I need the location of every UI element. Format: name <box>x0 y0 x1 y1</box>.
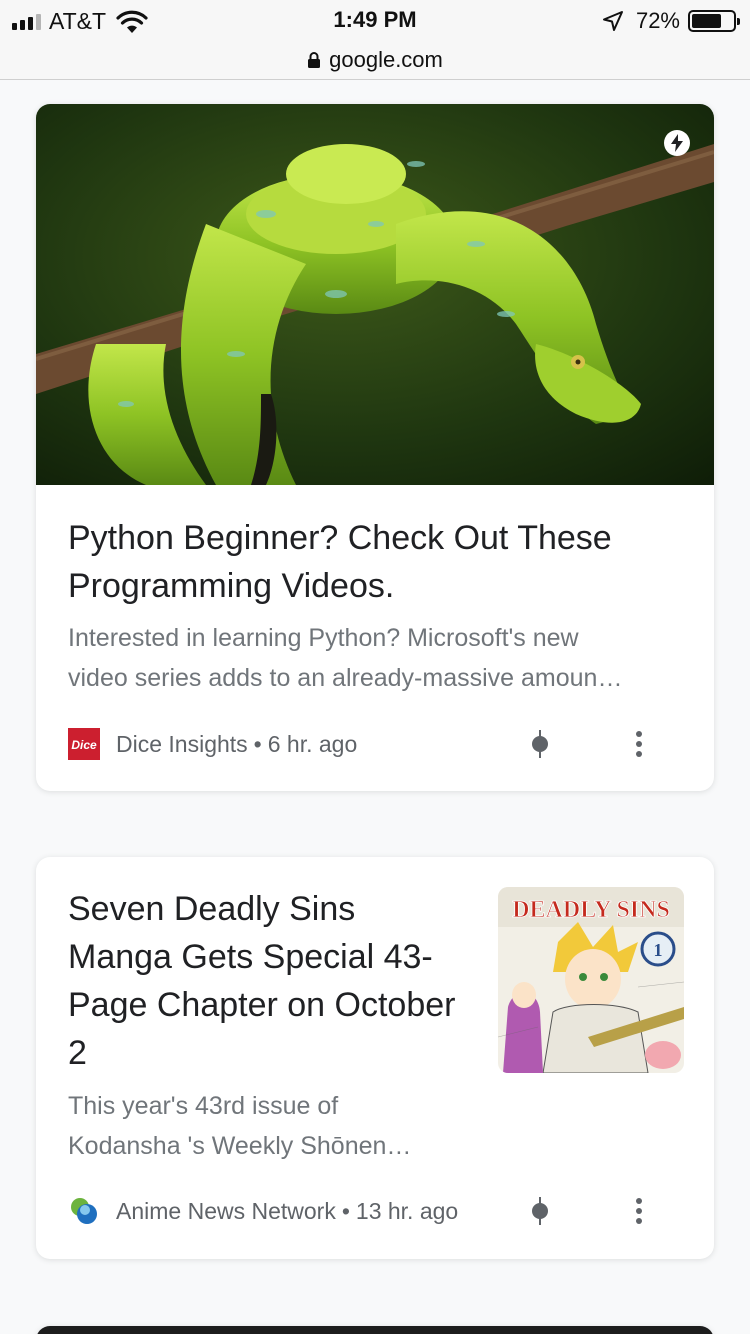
snippet-line: Kodansha 's Weekly Shōnen… <box>68 1132 412 1160</box>
manga-cover-image: DEADLY SINS 1 <box>498 887 684 1073</box>
status-right: 72% <box>602 8 740 34</box>
source-name: Dice Insights <box>116 730 248 757</box>
dice-logo-icon: Dice <box>68 728 100 760</box>
cover-volume: 1 <box>654 940 663 960</box>
separator-dot: • <box>341 1197 350 1224</box>
more-vert-icon[interactable] <box>634 1197 644 1225</box>
published-age: 6 hr. ago <box>267 730 358 757</box>
thumbnail[interactable]: DEADLY SINS 1 <box>498 887 684 1073</box>
card-title[interactable]: Python Beginner? Check Out These Program… <box>68 514 688 610</box>
news-card-python[interactable]: Python Beginner? Check Out These Program… <box>36 104 714 791</box>
card-snippet: This year's 43rd issue of Kodansha 's We… <box>68 1086 448 1166</box>
source-row: Dice Dice Insights • 6 hr. ago <box>68 724 682 764</box>
url-bar[interactable]: google.com <box>0 40 750 80</box>
url-text: google.com <box>329 46 443 72</box>
cover-title: DEADLY SINS <box>512 897 670 923</box>
amp-lightning-icon <box>671 134 683 152</box>
status-bar: AT&T 1:49 PM 72% <box>0 0 750 40</box>
battery-percent: 72% <box>635 8 680 33</box>
battery-fill <box>692 14 721 28</box>
anime-news-network-logo-icon <box>71 1198 97 1224</box>
snippet-line: video series adds to an already-massive … <box>68 664 623 692</box>
green-python-photo <box>36 104 714 485</box>
source-row: Anime News Network • 13 hr. ago <box>68 1191 682 1231</box>
source-name: Anime News Network <box>116 1197 336 1224</box>
lock-icon <box>308 51 321 68</box>
hero-image[interactable] <box>36 104 714 485</box>
snippet-line: Interested in learning Python? Microsoft… <box>68 624 579 652</box>
separator-dot: • <box>253 730 262 757</box>
battery-icon <box>688 10 740 32</box>
snippet-line: This year's 43rd issue of <box>68 1092 339 1120</box>
published-age: 13 hr. ago <box>355 1197 459 1224</box>
more-vert-icon[interactable] <box>634 730 644 758</box>
bullet-icon[interactable] <box>532 1197 548 1225</box>
card-snippet: Interested in learning Python? Microsoft… <box>68 618 680 698</box>
location-arrow-icon <box>602 11 623 31</box>
bullet-icon[interactable] <box>532 730 548 758</box>
dice-logo-text: Dice <box>71 738 97 752</box>
battery-tip <box>737 18 740 25</box>
news-card-seven-deadly-sins[interactable]: Seven Deadly Sins Manga Gets Special 43-… <box>36 857 714 1259</box>
news-card-partial[interactable] <box>36 1326 714 1334</box>
card-title[interactable]: Seven Deadly Sins Manga Gets Special 43-… <box>68 885 468 1077</box>
amp-badge <box>664 130 690 156</box>
